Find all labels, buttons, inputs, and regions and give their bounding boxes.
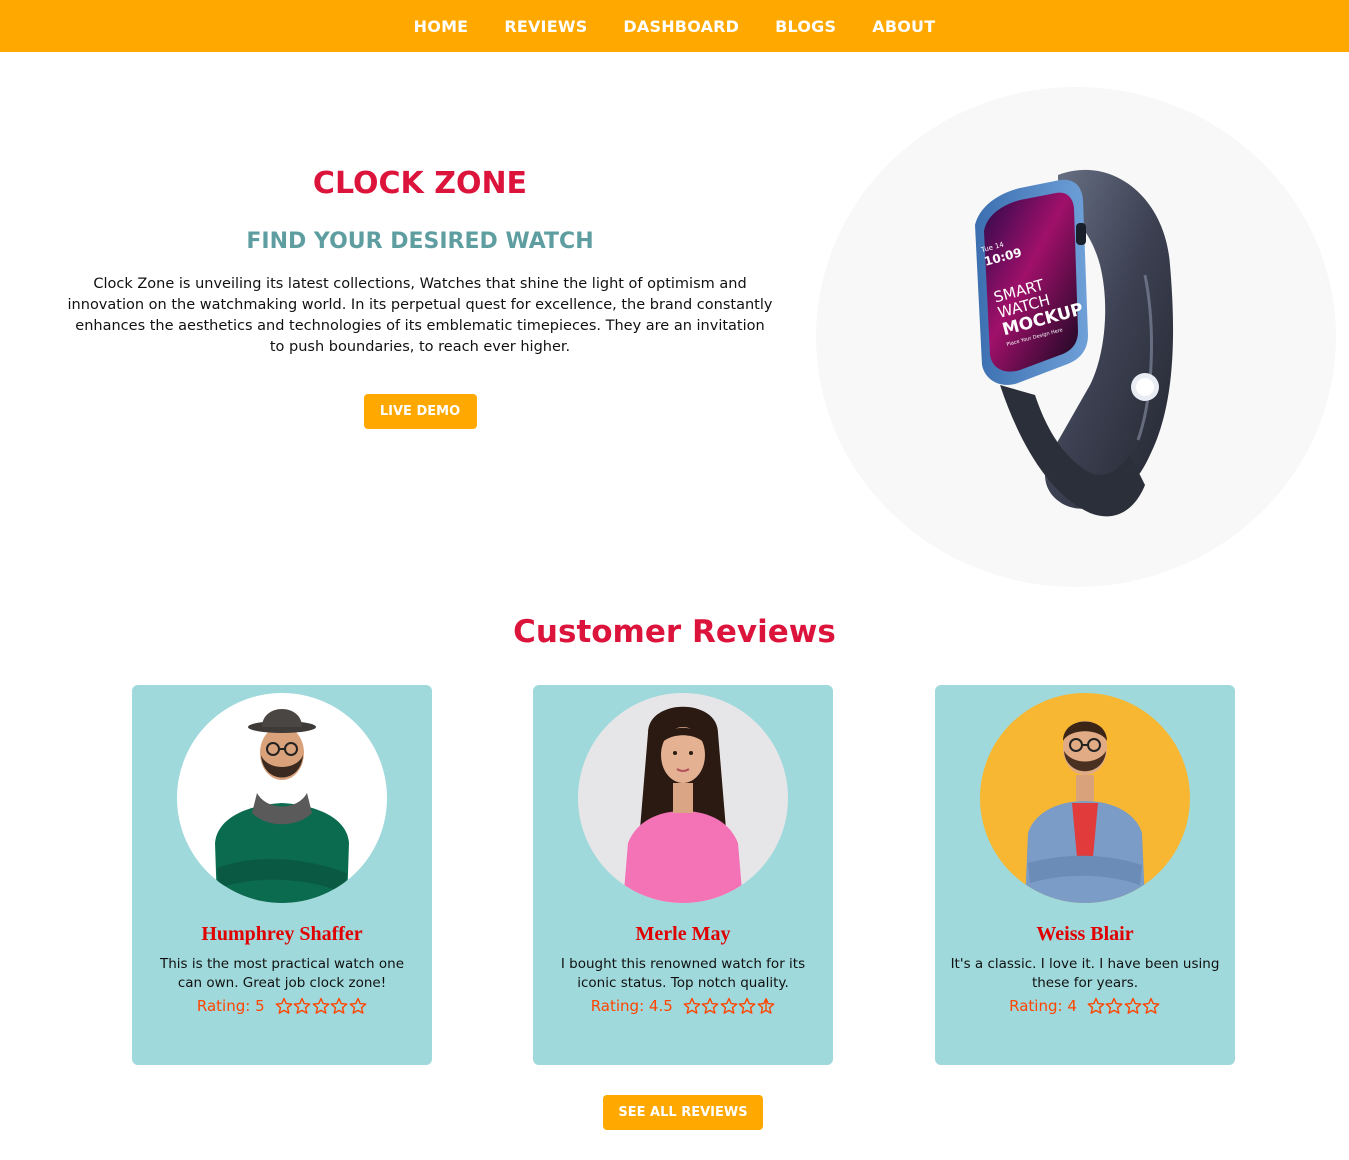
star-icon	[738, 997, 756, 1014]
star-icon	[330, 997, 348, 1014]
nav-dashboard[interactable]: DASHBOARD	[623, 17, 739, 36]
review-card: Weiss Blair It's a classic. I love it. I…	[935, 685, 1235, 1065]
rating-stars	[275, 997, 368, 1015]
top-navbar: HOME REVIEWS DASHBOARD BLOGS ABOUT	[0, 0, 1349, 52]
rating-stars	[683, 997, 776, 1015]
reviews-section-title: Customer Reviews	[513, 614, 836, 650]
review-card: Merle May I bought this renowned watch f…	[533, 685, 833, 1065]
avatar	[980, 693, 1190, 903]
reviewer-name: Humphrey Shaffer	[201, 923, 363, 945]
rating-stars	[1087, 997, 1161, 1015]
star-icon	[1105, 997, 1123, 1014]
reviewer-name: Weiss Blair	[1036, 923, 1134, 945]
star-icon	[312, 997, 330, 1014]
reviewer-name: Merle May	[635, 923, 731, 945]
rating-label: Rating: 4	[1009, 997, 1077, 1015]
nav-blogs[interactable]: BLOGS	[775, 17, 836, 36]
nav-reviews[interactable]: REVIEWS	[504, 17, 587, 36]
star-icon	[1087, 997, 1105, 1014]
review-text: I bought this renowned watch for its ico…	[560, 956, 806, 991]
star-icon	[275, 997, 293, 1014]
star-icon	[1124, 997, 1142, 1014]
half-star-icon	[757, 998, 775, 1014]
rating-row: Rating: 4.5	[533, 997, 833, 1015]
review-text: This is the most practical watch one can…	[159, 956, 405, 991]
rating-label: Rating: 5	[196, 997, 265, 1015]
smartwatch-image: Tue 14 10:09 SMART WATCH MOCKUP Place Yo…	[940, 155, 1200, 525]
rating-row: Rating: 4	[935, 997, 1235, 1015]
see-all-reviews-button[interactable]: SEE ALL REVIEWS	[603, 1095, 763, 1130]
avatar	[177, 693, 387, 903]
nav-home[interactable]: HOME	[414, 17, 469, 36]
nav-about[interactable]: ABOUT	[872, 17, 935, 36]
star-icon	[349, 997, 367, 1014]
star-icon	[701, 997, 719, 1014]
hero-subtitle: FIND YOUR DESIRED WATCH	[246, 229, 594, 254]
hero-title: CLOCK ZONE	[312, 166, 528, 201]
rating-label: Rating: 4.5	[590, 997, 673, 1015]
star-icon	[720, 997, 738, 1014]
review-text: It's a classic. I love it. I have been u…	[950, 956, 1220, 991]
star-icon	[1142, 997, 1160, 1014]
review-card: Humphrey Shaffer This is the most practi…	[132, 685, 432, 1065]
hero-section: CLOCK ZONE FIND YOUR DESIRED WATCH Clock…	[60, 150, 780, 429]
avatar	[578, 693, 788, 903]
star-icon	[293, 997, 311, 1014]
star-icon	[683, 997, 701, 1014]
live-demo-button[interactable]: LIVE DEMO	[363, 394, 477, 429]
rating-value: 4.5	[648, 997, 673, 1015]
rating-value: 5	[255, 997, 265, 1015]
rating-row: Rating: 5	[132, 997, 432, 1015]
rating-value: 4	[1067, 997, 1077, 1015]
hero-description: Clock Zone is unveiling its latest colle…	[67, 276, 773, 355]
